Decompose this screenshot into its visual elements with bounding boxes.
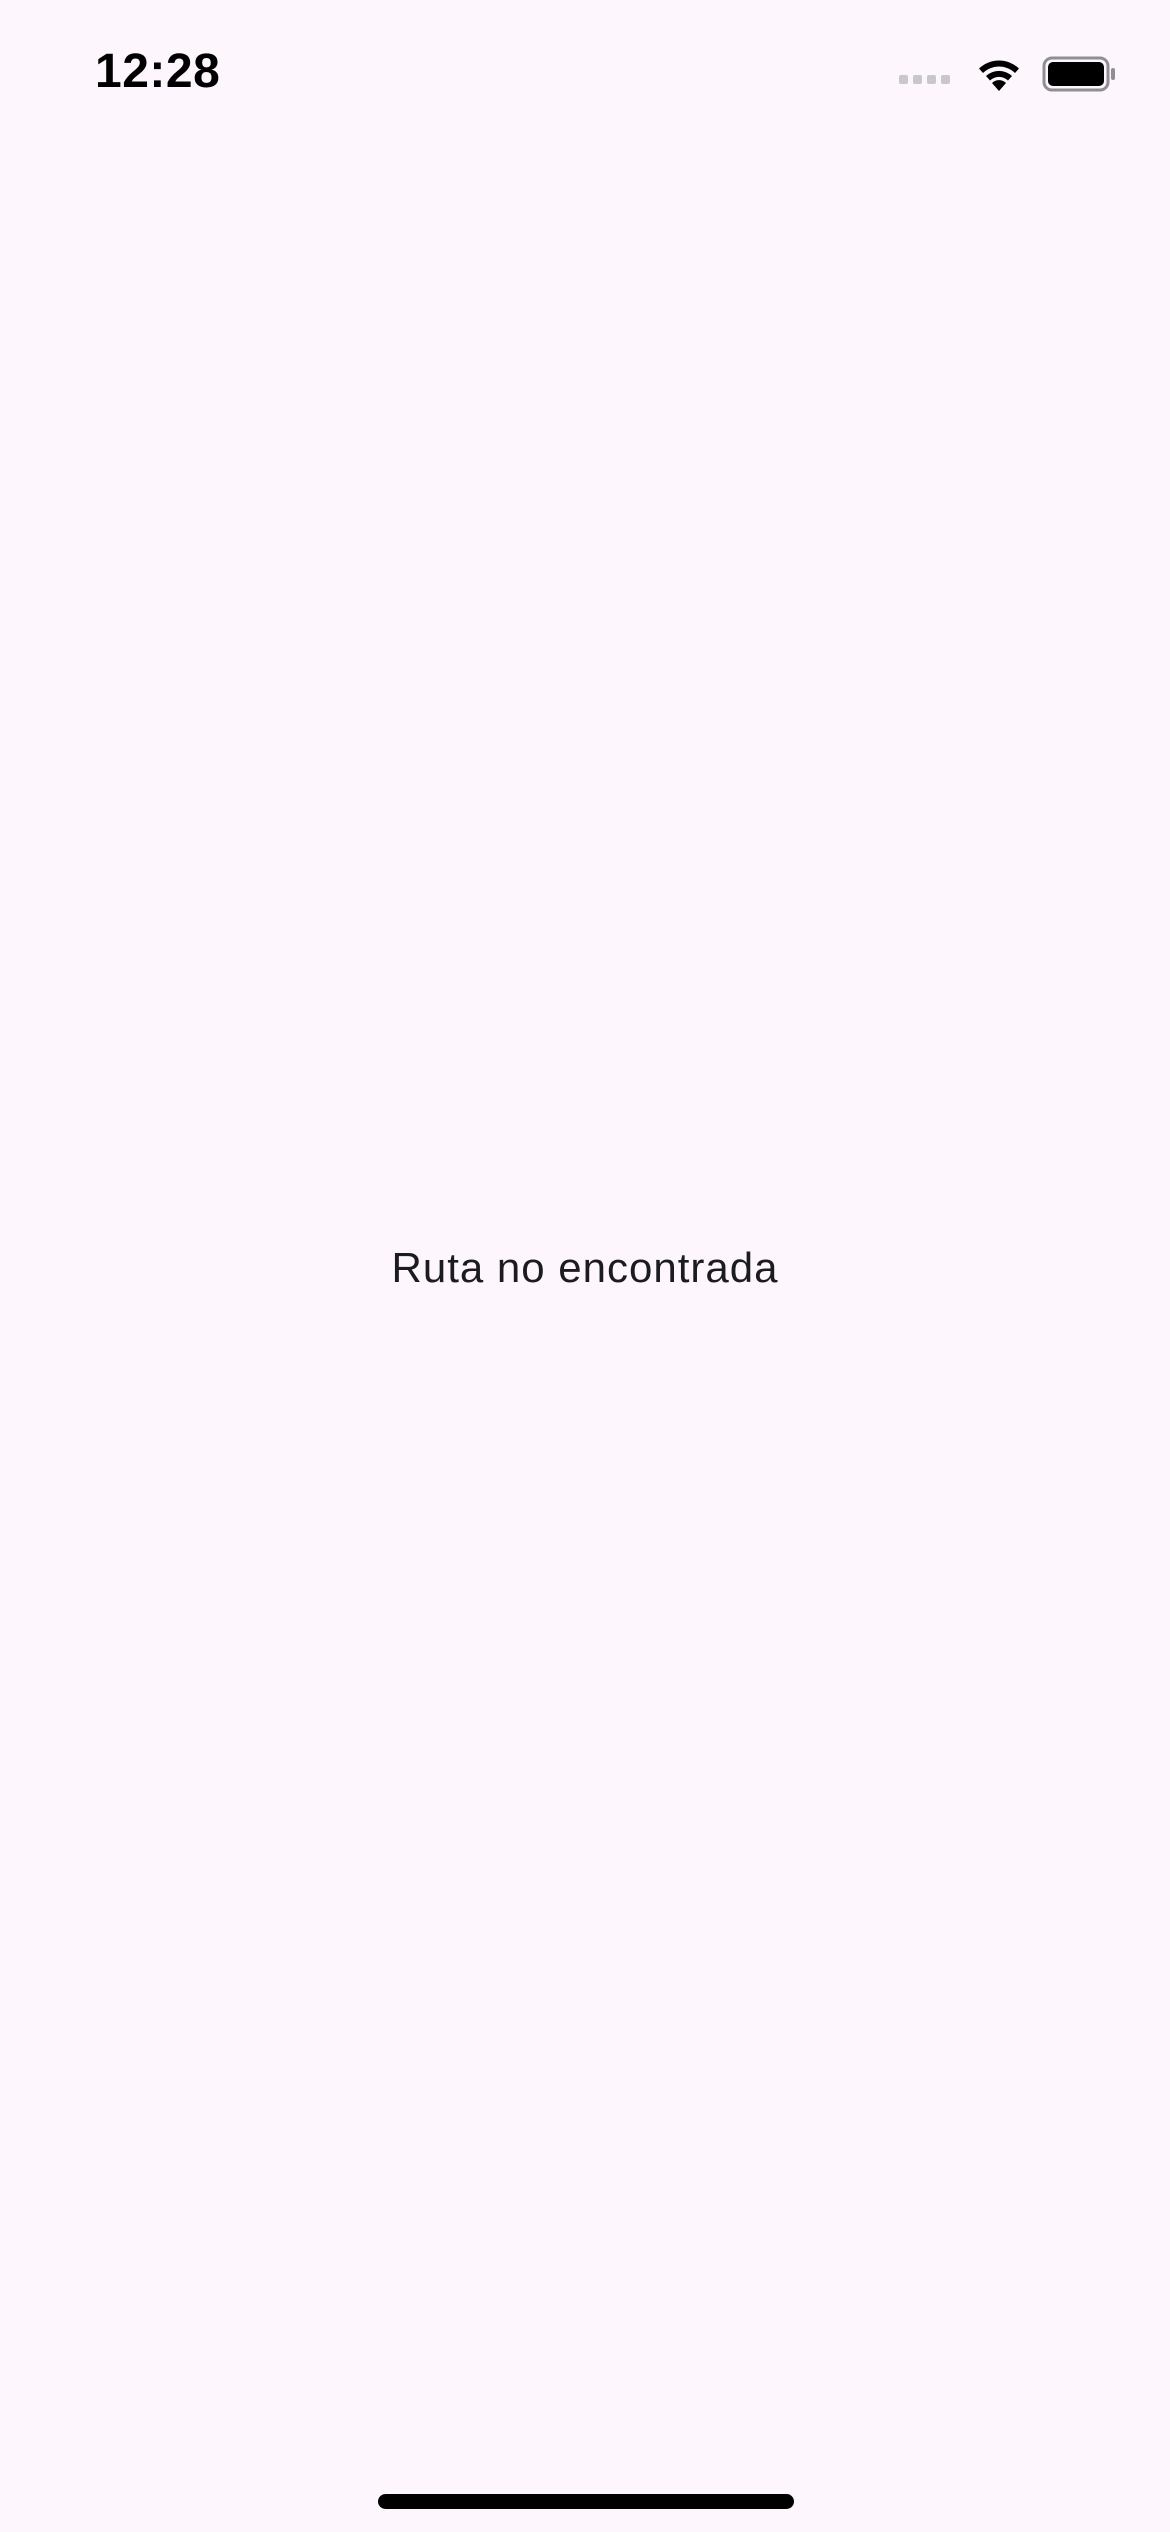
- cellular-signal-icon: [899, 64, 950, 84]
- status-bar: 12:28: [0, 0, 1170, 150]
- route-not-found-message: Ruta no encontrada: [391, 1244, 779, 1291]
- wifi-icon: [974, 55, 1024, 93]
- status-time: 12:28: [95, 45, 221, 98]
- home-indicator[interactable]: [378, 2494, 794, 2509]
- status-icons: [899, 52, 1118, 96]
- battery-icon: [1042, 55, 1118, 93]
